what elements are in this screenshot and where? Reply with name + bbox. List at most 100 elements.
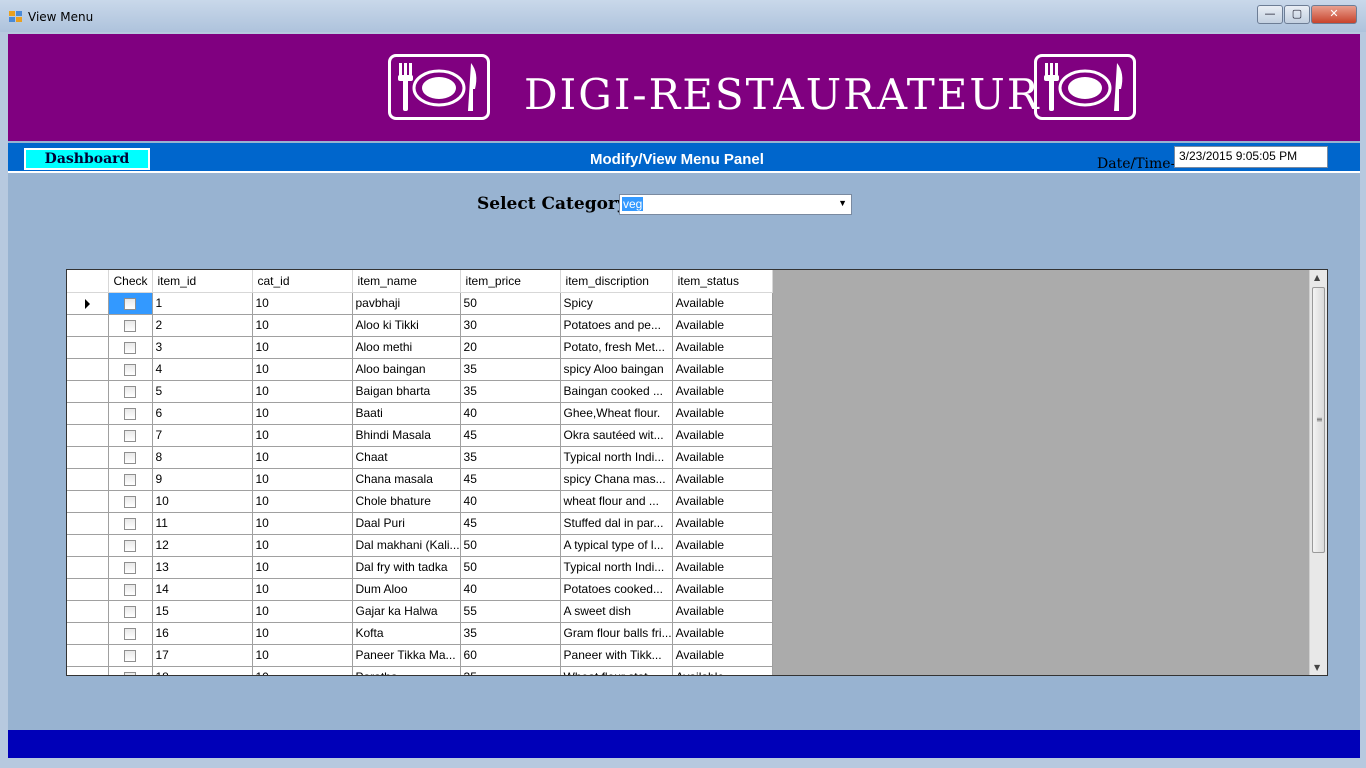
column-header-item-description[interactable]: item_discription xyxy=(560,270,673,293)
close-button[interactable]: ✕ xyxy=(1311,5,1357,24)
item-price-cell[interactable]: 50 xyxy=(460,534,561,557)
item-price-cell[interactable]: 35 xyxy=(460,380,561,403)
item-description-cell[interactable]: A sweet dish xyxy=(560,600,673,623)
table-row[interactable]: 2 10 Aloo ki Tikki 30 Potatoes and pe... Avai… xyxy=(67,314,773,337)
table-row[interactable]: 17 10 Paneer Tikka Ma... 60 Paneer with Tikk… xyxy=(67,644,773,667)
item-name-cell[interactable]: Dal makhani (Kali... xyxy=(352,534,461,557)
column-header-check[interactable]: Check xyxy=(108,270,153,293)
row-checkbox[interactable] xyxy=(124,363,136,376)
grid-vertical-scrollbar[interactable]: ▲ ≡ ▼ xyxy=(1309,270,1327,675)
row-checkbox[interactable] xyxy=(124,583,136,596)
item-price-cell[interactable]: 40 xyxy=(460,490,561,513)
cat-id-cell[interactable]: 10 xyxy=(252,380,353,403)
maximize-button[interactable]: ▢ xyxy=(1284,5,1310,24)
table-row[interactable]: 16 10 Kofta 35 Gram flour balls fri... Availa… xyxy=(67,622,773,645)
minimize-button[interactable]: — xyxy=(1257,5,1283,24)
item-name-cell[interactable]: Paratha xyxy=(352,666,461,675)
scroll-down-icon[interactable]: ▼ xyxy=(1314,663,1320,672)
item-id-cell[interactable]: 18 xyxy=(152,666,253,675)
item-status-cell[interactable]: Available xyxy=(672,314,773,337)
item-status-cell[interactable]: Available xyxy=(672,446,773,469)
row-header[interactable] xyxy=(67,644,109,667)
table-row[interactable]: 6 10 Baati 40 Ghee,Wheat flour. Available xyxy=(67,402,773,425)
check-cell[interactable] xyxy=(108,292,153,315)
table-row[interactable]: 1 10 pavbhaji 50 Spicy Available xyxy=(67,292,773,315)
cat-id-cell[interactable]: 10 xyxy=(252,600,353,623)
item-description-cell[interactable]: Typical north Indi... xyxy=(560,446,673,469)
table-row[interactable]: 7 10 Bhindi Masala 45 Okra sautéed wit... Ava… xyxy=(67,424,773,447)
item-name-cell[interactable]: Aloo ki Tikki xyxy=(352,314,461,337)
row-header[interactable] xyxy=(67,292,109,315)
item-name-cell[interactable]: Paneer Tikka Ma... xyxy=(352,644,461,667)
item-price-cell[interactable]: 35 xyxy=(460,622,561,645)
item-price-cell[interactable]: 40 xyxy=(460,402,561,425)
check-cell[interactable] xyxy=(108,336,153,359)
row-header[interactable] xyxy=(67,314,109,337)
check-cell[interactable] xyxy=(108,534,153,557)
column-header-cat-id[interactable]: cat_id xyxy=(252,270,353,293)
row-header[interactable] xyxy=(67,622,109,645)
item-price-cell[interactable]: 55 xyxy=(460,600,561,623)
item-status-cell[interactable]: Available xyxy=(672,556,773,579)
table-row[interactable]: 8 10 Chaat 35 Typical north Indi... Available xyxy=(67,446,773,469)
item-name-cell[interactable]: Daal Puri xyxy=(352,512,461,535)
item-description-cell[interactable]: Typical north Indi... xyxy=(560,556,673,579)
check-cell[interactable] xyxy=(108,666,153,675)
item-price-cell[interactable]: 35 xyxy=(460,666,561,675)
item-status-cell[interactable]: Available xyxy=(672,534,773,557)
check-cell[interactable] xyxy=(108,402,153,425)
item-price-cell[interactable]: 50 xyxy=(460,292,561,315)
item-name-cell[interactable]: Gajar ka Halwa xyxy=(352,600,461,623)
column-header-item-status[interactable]: item_status xyxy=(672,270,773,293)
row-checkbox[interactable] xyxy=(124,495,136,508)
check-cell[interactable] xyxy=(108,600,153,623)
check-cell[interactable] xyxy=(108,556,153,579)
item-id-cell[interactable]: 17 xyxy=(152,644,253,667)
row-checkbox[interactable] xyxy=(124,319,136,332)
row-header[interactable] xyxy=(67,468,109,491)
check-cell[interactable] xyxy=(108,424,153,447)
cat-id-cell[interactable]: 10 xyxy=(252,314,353,337)
check-cell[interactable] xyxy=(108,622,153,645)
item-description-cell[interactable]: Okra sautéed wit... xyxy=(560,424,673,447)
row-checkbox[interactable] xyxy=(124,671,136,675)
item-id-cell[interactable]: 4 xyxy=(152,358,253,381)
cat-id-cell[interactable]: 10 xyxy=(252,490,353,513)
item-id-cell[interactable]: 15 xyxy=(152,600,253,623)
row-checkbox[interactable] xyxy=(124,649,136,662)
row-header[interactable] xyxy=(67,402,109,425)
row-checkbox[interactable] xyxy=(124,429,136,442)
cat-id-cell[interactable]: 10 xyxy=(252,534,353,557)
check-cell[interactable] xyxy=(108,358,153,381)
row-checkbox[interactable] xyxy=(124,407,136,420)
item-status-cell[interactable]: Available xyxy=(672,380,773,403)
item-description-cell[interactable]: Stuffed dal in par... xyxy=(560,512,673,535)
item-name-cell[interactable]: Kofta xyxy=(352,622,461,645)
item-status-cell[interactable]: Available xyxy=(672,424,773,447)
item-description-cell[interactable]: Potatoes and pe... xyxy=(560,314,673,337)
item-status-cell[interactable]: Available xyxy=(672,666,773,675)
item-id-cell[interactable]: 13 xyxy=(152,556,253,579)
item-status-cell[interactable]: Available xyxy=(672,622,773,645)
row-header[interactable] xyxy=(67,446,109,469)
chevron-down-icon[interactable]: ▼ xyxy=(838,198,847,208)
item-status-cell[interactable]: Available xyxy=(672,402,773,425)
row-header[interactable] xyxy=(67,490,109,513)
item-status-cell[interactable]: Available xyxy=(672,490,773,513)
item-price-cell[interactable]: 20 xyxy=(460,336,561,359)
table-row[interactable]: 3 10 Aloo methi 20 Potato, fresh Met... Avail… xyxy=(67,336,773,359)
table-row[interactable]: 10 10 Chole bhature 40 wheat flour and ... A… xyxy=(67,490,773,513)
check-cell[interactable] xyxy=(108,512,153,535)
item-price-cell[interactable]: 50 xyxy=(460,556,561,579)
scroll-thumb[interactable]: ≡ xyxy=(1312,287,1325,553)
item-description-cell[interactable]: spicy Chana mas... xyxy=(560,468,673,491)
table-row[interactable]: 1810Paratha35Wheat flour stat...Availabl… xyxy=(67,666,773,675)
cat-id-cell[interactable]: 10 xyxy=(252,512,353,535)
column-header-item-id[interactable]: item_id xyxy=(152,270,253,293)
category-dropdown[interactable]: veg ▼ xyxy=(619,194,852,215)
item-price-cell[interactable]: 35 xyxy=(460,446,561,469)
item-id-cell[interactable]: 12 xyxy=(152,534,253,557)
scroll-up-icon[interactable]: ▲ xyxy=(1314,273,1320,282)
table-row[interactable]: 9 10 Chana masala 45 spicy Chana mas... Avail… xyxy=(67,468,773,491)
item-name-cell[interactable]: Baati xyxy=(352,402,461,425)
